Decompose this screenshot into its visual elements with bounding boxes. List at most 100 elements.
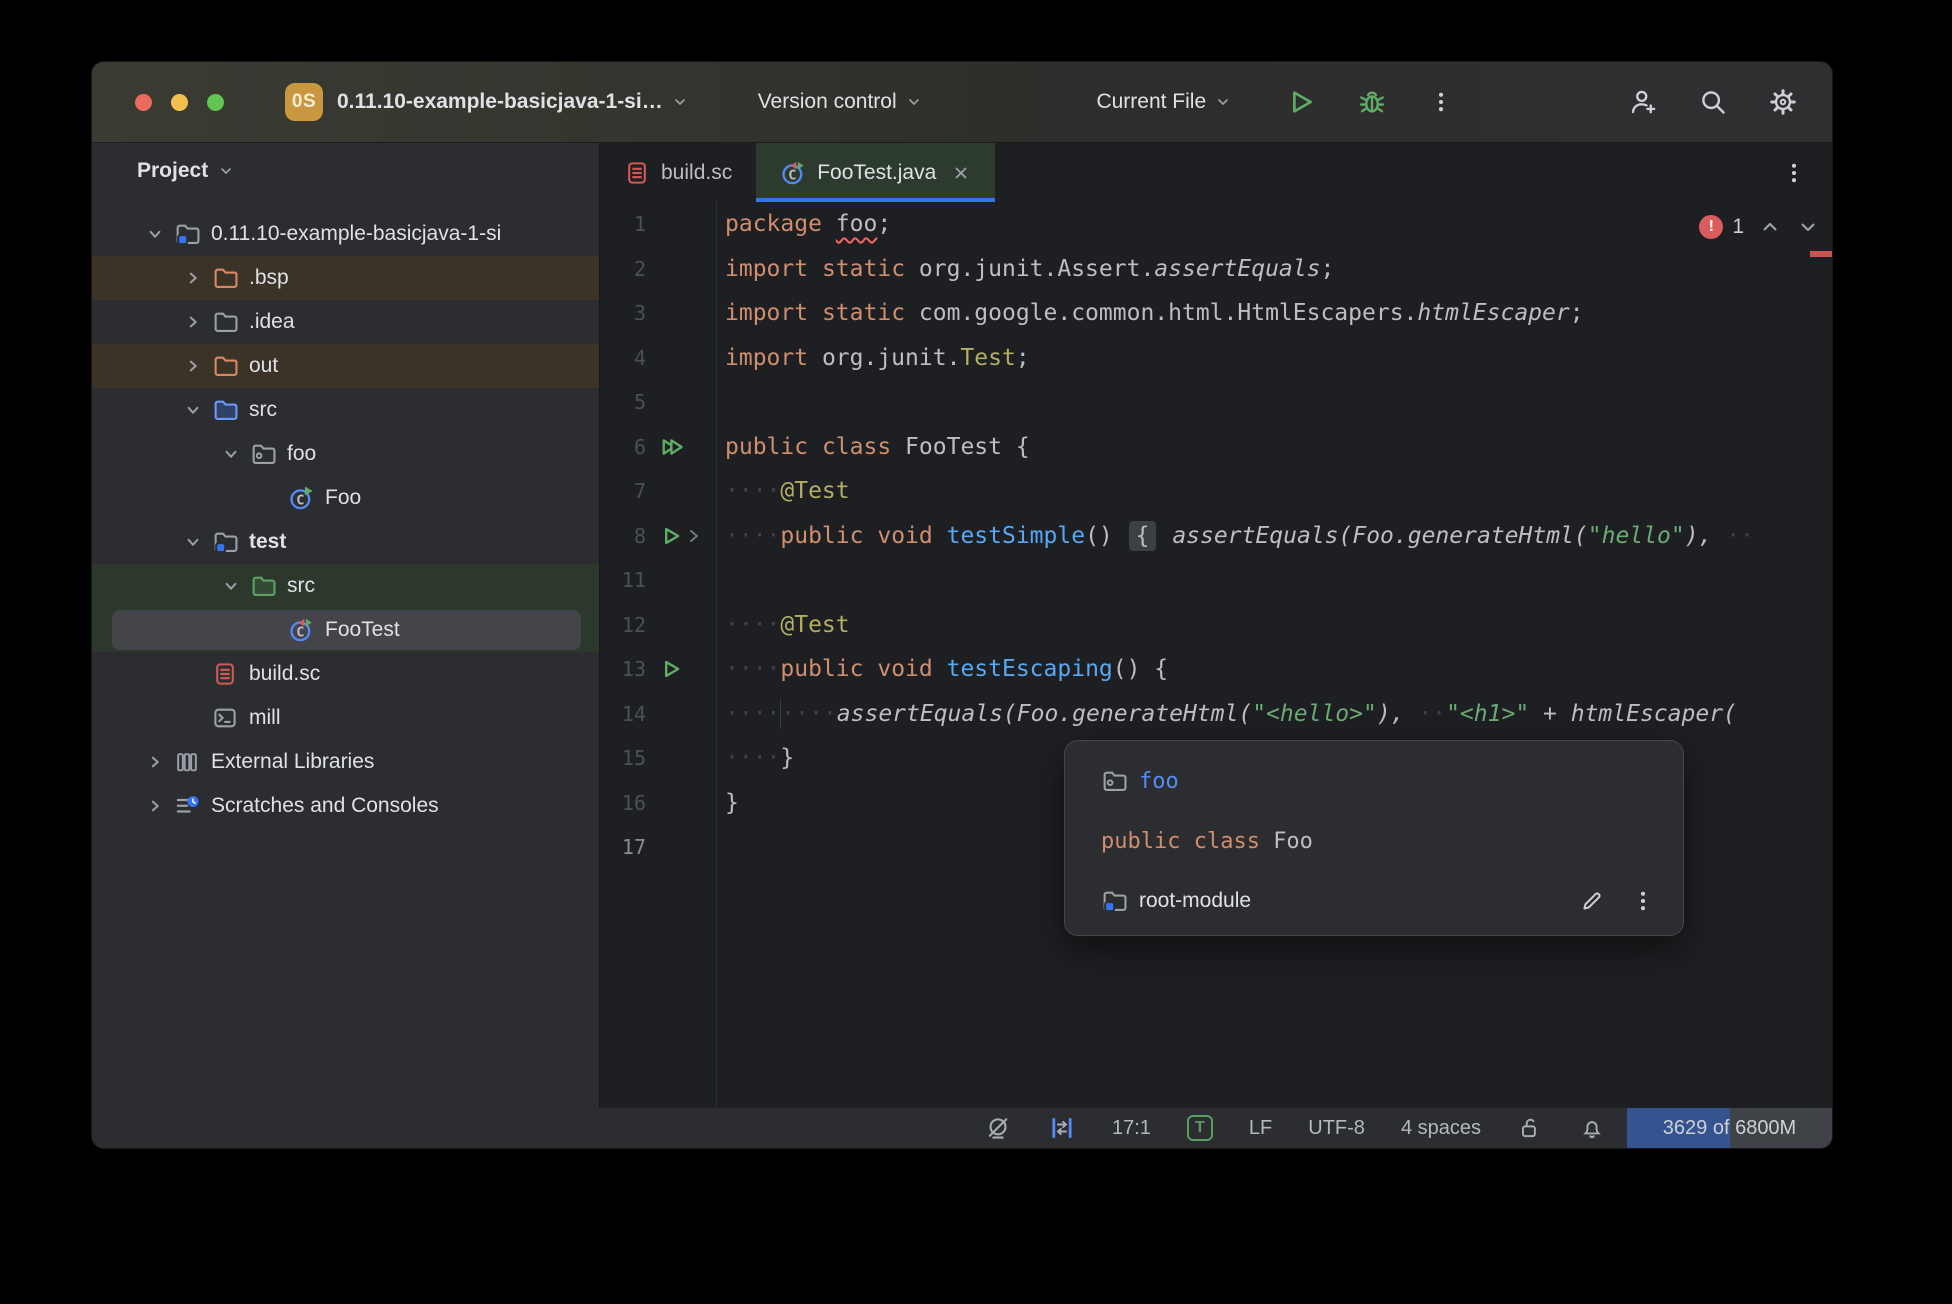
project-panel-title: Project [137,159,209,182]
editor-tab-build.sc[interactable]: build.sc [600,143,756,202]
close-window-button[interactable] [135,93,152,111]
folder-excluded-icon [212,353,238,379]
java-test-class-icon: C [288,617,314,643]
tree-item-.idea[interactable]: .idea [92,300,599,344]
tree-item-out[interactable]: out [92,344,599,388]
notifications[interactable] [1579,1115,1605,1141]
tree-item-label: build.sc [249,662,321,685]
search-everywhere-icon[interactable] [1698,87,1728,117]
code-line-13: 13 ····public void testEscaping() { [600,647,1832,692]
chevron-down-icon[interactable] [218,443,244,465]
status-bar: 17:1 T LF UTF-8 4 spaces 3629 of 6800M [92,1108,1832,1148]
chevron-down-icon[interactable] [142,223,168,245]
close-tab-icon[interactable] [951,163,971,183]
line-separator[interactable]: LF [1249,1117,1272,1140]
popup-row-foo[interactable]: foo [1065,751,1683,811]
package-icon [250,441,276,467]
package-icon [1101,768,1127,794]
error-icon: ! [1699,215,1724,239]
more-run-options-icon[interactable] [1429,89,1453,115]
memory-indicator[interactable]: 3629 of 6800M [1627,1108,1832,1148]
tree-item-label: src [287,574,315,597]
chevron-down-icon[interactable] [180,531,206,553]
gutter-icons [656,657,716,681]
code-line-text: ····public void testEscaping() { [725,656,1169,682]
code-line-text: public class FooTest { [725,433,1030,460]
textmate-badge[interactable]: T [1186,1115,1213,1141]
code-line-text: ········assertEquals(Foo.generateHtml("<… [716,692,1737,737]
settings-gear-icon[interactable] [1768,87,1798,117]
previous-error-icon[interactable] [1758,215,1782,239]
indent-style[interactable]: 4 spaces [1401,1117,1481,1140]
tree-item-src[interactable]: src [92,564,599,608]
tree-item-src[interactable]: src [92,388,599,432]
column-mode-indicator[interactable] [1048,1114,1076,1142]
vcs-widget[interactable]: Version control [758,90,922,114]
tree-item-footest[interactable]: C FooTest [92,608,599,652]
chevron-down-icon[interactable] [180,399,206,421]
code-line-text: package foo; [725,211,892,237]
code-with-me-icon[interactable] [1628,87,1658,117]
tree-item-scratches-and-consoles[interactable]: Scratches and Consoles [92,784,599,828]
chevron-right-icon[interactable] [142,795,168,817]
line-number: 6 [633,434,646,459]
maximize-window-button[interactable] [207,93,224,111]
tree-item-test[interactable]: test [92,520,599,564]
ide-window: 0S 0.11.10-example-basicjava-1-si… Versi… [91,61,1833,1149]
badge-letter: T [1186,1115,1213,1141]
run-configuration-label: Current File [1096,90,1207,113]
chevron-down-icon [218,163,234,179]
minimize-window-button[interactable] [171,93,188,111]
tree-item-external-libraries[interactable]: External Libraries [92,740,599,784]
inspection-widget[interactable]: ! 1 [1699,215,1820,239]
run-all-tests-icon[interactable] [659,435,685,459]
run-button[interactable] [1285,87,1315,117]
rename-action-icon[interactable] [1579,888,1605,914]
editor-tabs: build.sc C FooTest.java [600,143,996,202]
more-actions-icon[interactable] [1631,888,1655,914]
run-test-icon[interactable] [659,657,683,681]
error-stripe-mark[interactable] [1810,251,1832,257]
error-indicator[interactable]: ! 1 [1699,215,1744,239]
caret-position[interactable]: 17:1 [1112,1117,1151,1140]
tab-options-kebab-icon[interactable] [1782,160,1806,186]
readonly-status[interactable] [1517,1115,1543,1141]
next-error-icon[interactable] [1796,215,1820,239]
chevron-right-icon[interactable] [180,355,206,377]
highlighting-status[interactable] [984,1114,1012,1142]
highlighting-off-icon [984,1114,1012,1142]
debug-button[interactable] [1357,87,1387,117]
status-text: 17:1 [1111,1116,1151,1139]
file-encoding[interactable]: UTF-8 [1308,1117,1365,1140]
tree-item-0.11.10-example-basicjava-1-si[interactable]: 0.11.10-example-basicjava-1-si [92,212,599,256]
gutter-icons [656,524,716,548]
project-panel-header[interactable]: Project [92,143,599,199]
editor-tab-footest.java[interactable]: C FooTest.java [756,143,996,202]
line-number: 1 [633,212,646,236]
chevron-right-icon[interactable] [180,311,206,333]
code-line-12: 12 ····@Test [600,603,1832,648]
chevron-right-icon[interactable] [142,751,168,773]
chevron-down-icon[interactable] [218,575,244,597]
run-configuration-widget[interactable]: Current File [1096,90,1231,114]
editor-content[interactable]: 1 package foo; 2 import static org.junit.As… [600,202,1832,1108]
code-line-3: 3 import static com.google.common.html.Ht… [600,291,1832,336]
module-folder-icon [1101,888,1127,914]
code-line-text: import static org.junit.Assert.assertEqu… [725,255,1335,282]
code-line-2: 2 import static org.junit.Assert.assertEq… [600,247,1832,292]
tree-item-foo[interactable]: C Foo [92,476,599,520]
main-area: Project 0.11.10-example-basicjava-1-si .b… [92,143,1832,1108]
run-test-icon[interactable] [659,524,683,548]
chevron-right-icon[interactable] [180,267,206,289]
tree-item-build.sc[interactable]: build.sc [92,652,599,696]
fold-collapsed-icon[interactable] [684,526,704,546]
project-widget[interactable]: 0.11.10-example-basicjava-1-si… [323,90,688,114]
tree-item-mill[interactable]: mill [92,696,599,740]
chevron-down-icon [672,94,688,110]
project-avatar: 0S [285,83,323,121]
code-line-5: 5 [600,380,1832,425]
tree-item-.bsp[interactable]: .bsp [92,256,599,300]
svg-text:C: C [296,625,304,641]
line-number: 12 [621,612,646,637]
tree-item-foo[interactable]: foo [92,432,599,476]
